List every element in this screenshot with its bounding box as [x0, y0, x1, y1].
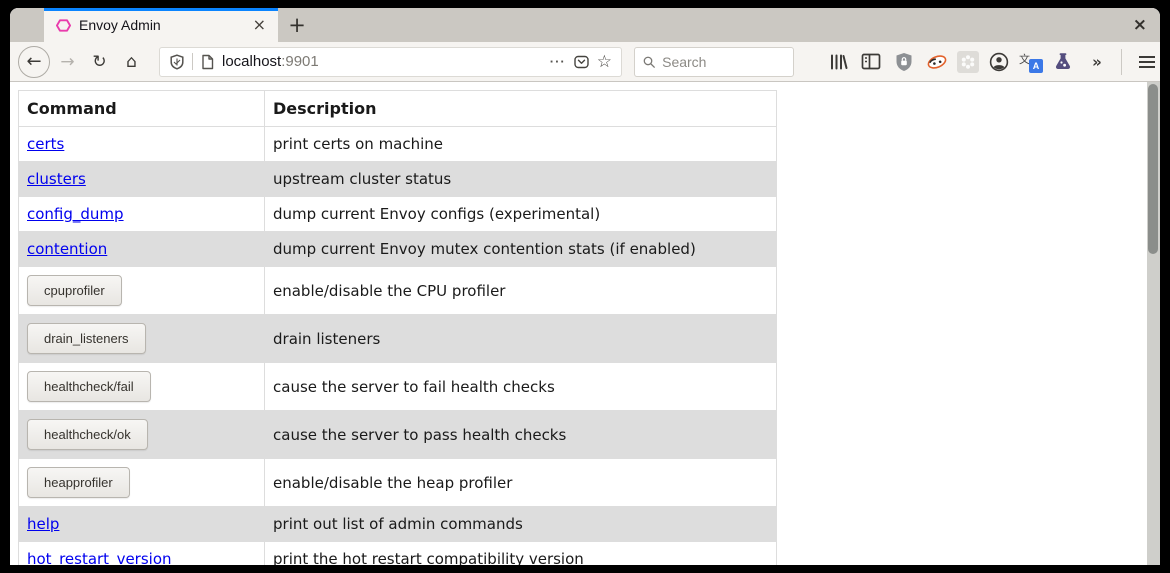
library-icon[interactable]: [825, 48, 851, 76]
bookmark-star-icon[interactable]: ☆: [597, 52, 612, 72]
tab-title: Envoy Admin: [79, 17, 242, 33]
new-tab-button[interactable]: +: [278, 8, 316, 42]
search-bar[interactable]: [634, 47, 794, 77]
privacy-badger-extension-icon[interactable]: [924, 48, 950, 76]
search-icon: [643, 55, 655, 69]
description-cell: cause the server to fail health checks: [265, 363, 777, 411]
tracking-protection-shield-icon[interactable]: [169, 54, 185, 70]
command-cell: healthcheck/fail: [19, 363, 265, 411]
translate-target-glyph: A: [1029, 59, 1043, 73]
translate-extension-icon[interactable]: 文 A: [1019, 51, 1043, 73]
description-cell: upstream cluster status: [265, 162, 777, 197]
back-button[interactable]: ←: [18, 46, 50, 78]
browser-window: Envoy Admin × + × ← → ↻ ⌂ localhost:9901…: [10, 8, 1160, 565]
vertical-scrollbar[interactable]: [1147, 82, 1160, 565]
description-cell: print certs on machine: [265, 127, 777, 162]
command-cell: certs: [19, 127, 265, 162]
window-close-icon[interactable]: ×: [1133, 17, 1147, 34]
overflow-chevron-icon[interactable]: »: [1083, 48, 1109, 76]
command-cell: drain_listeners: [19, 315, 265, 363]
description-cell: dump current Envoy configs (experimental…: [265, 197, 777, 232]
envoy-favicon: [56, 18, 71, 33]
description-cell: dump current Envoy mutex contention stat…: [265, 232, 777, 267]
url-bar[interactable]: localhost:9901 ··· ☆: [159, 47, 622, 77]
search-input[interactable]: [662, 54, 785, 70]
table-row: clusters upstream cluster status: [19, 162, 777, 197]
page-actions-icon[interactable]: ···: [550, 54, 566, 69]
envoy-admin-page: Command Description certs print certs on…: [10, 82, 1160, 565]
table-header-row: Command Description: [19, 91, 777, 127]
command-cell: heapprofiler: [19, 459, 265, 507]
account-icon[interactable]: [986, 48, 1012, 76]
sidebar-toggle-icon[interactable]: [858, 48, 884, 76]
command-link-config-dump[interactable]: config_dump: [27, 205, 124, 223]
table-row: help print out list of admin commands: [19, 507, 777, 542]
shield-lock-extension-icon[interactable]: [891, 48, 917, 76]
scrollbar-thumb[interactable]: [1148, 84, 1158, 254]
forward-button[interactable]: →: [53, 47, 82, 76]
home-button[interactable]: ⌂: [117, 47, 146, 76]
command-button-heapprofiler[interactable]: heapprofiler: [27, 467, 130, 498]
navigation-toolbar: ← → ↻ ⌂ localhost:9901 ··· ☆: [10, 42, 1160, 82]
command-cell: clusters: [19, 162, 265, 197]
tab-bar: Envoy Admin × + ×: [10, 8, 1160, 42]
toolbar-separator: [1121, 49, 1122, 75]
command-cell: healthcheck/ok: [19, 411, 265, 459]
command-button-healthcheck-ok[interactable]: healthcheck/ok: [27, 419, 148, 450]
command-cell: help: [19, 507, 265, 542]
url-host: localhost: [222, 53, 281, 70]
page-info-icon[interactable]: [200, 54, 215, 70]
command-button-cpuprofiler[interactable]: cpuprofiler: [27, 275, 122, 306]
command-cell: cpuprofiler: [19, 267, 265, 315]
tab-envoy-admin[interactable]: Envoy Admin ×: [44, 8, 278, 42]
command-link-clusters[interactable]: clusters: [27, 170, 86, 188]
command-link-certs[interactable]: certs: [27, 135, 64, 153]
tab-close-icon[interactable]: ×: [250, 17, 269, 33]
command-link-hot-restart-version[interactable]: hot_restart_version: [27, 550, 172, 565]
table-row: certs print certs on machine: [19, 127, 777, 162]
pocket-icon[interactable]: [573, 54, 590, 70]
tab-strip-spacer: [10, 8, 44, 42]
admin-commands-table: Command Description certs print certs on…: [18, 90, 777, 565]
description-cell: enable/disable the heap profiler: [265, 459, 777, 507]
table-row: cpuprofiler enable/disable the CPU profi…: [19, 267, 777, 315]
command-button-healthcheck-fail[interactable]: healthcheck/fail: [27, 371, 151, 402]
table-row: config_dump dump current Envoy configs (…: [19, 197, 777, 232]
command-column-header: Command: [19, 91, 265, 127]
url-port: :9901: [281, 53, 319, 70]
table-row: healthcheck/fail cause the server to fai…: [19, 363, 777, 411]
page-viewport: Command Description certs print certs on…: [10, 82, 1160, 565]
table-row: drain_listeners drain listeners: [19, 315, 777, 363]
table-row: contention dump current Envoy mutex cont…: [19, 232, 777, 267]
command-cell: hot_restart_version: [19, 542, 265, 566]
command-cell: config_dump: [19, 197, 265, 232]
menu-hamburger-icon[interactable]: [1134, 48, 1160, 76]
description-cell: print the hot restart compatibility vers…: [265, 542, 777, 566]
reload-button[interactable]: ↻: [85, 47, 114, 76]
description-cell: cause the server to pass health checks: [265, 411, 777, 459]
flower-extension-icon[interactable]: [957, 51, 979, 73]
urlbar-divider: [192, 53, 193, 70]
command-button-drain-listeners[interactable]: drain_listeners: [27, 323, 146, 354]
description-column-header: Description: [265, 91, 777, 127]
active-tab-accent: [44, 8, 278, 11]
toolbar-icon-group: 文 A »: [825, 48, 1160, 76]
table-row: heapprofiler enable/disable the heap pro…: [19, 459, 777, 507]
table-row: healthcheck/ok cause the server to pass …: [19, 411, 777, 459]
command-cell: contention: [19, 232, 265, 267]
description-cell: drain listeners: [265, 315, 777, 363]
table-row: hot_restart_version print the hot restar…: [19, 542, 777, 566]
description-cell: enable/disable the CPU profiler: [265, 267, 777, 315]
command-link-contention[interactable]: contention: [27, 240, 107, 258]
url-text[interactable]: localhost:9901: [222, 53, 543, 70]
command-link-help[interactable]: help: [27, 515, 59, 533]
description-cell: print out list of admin commands: [265, 507, 777, 542]
flask-extension-icon[interactable]: [1050, 48, 1076, 76]
